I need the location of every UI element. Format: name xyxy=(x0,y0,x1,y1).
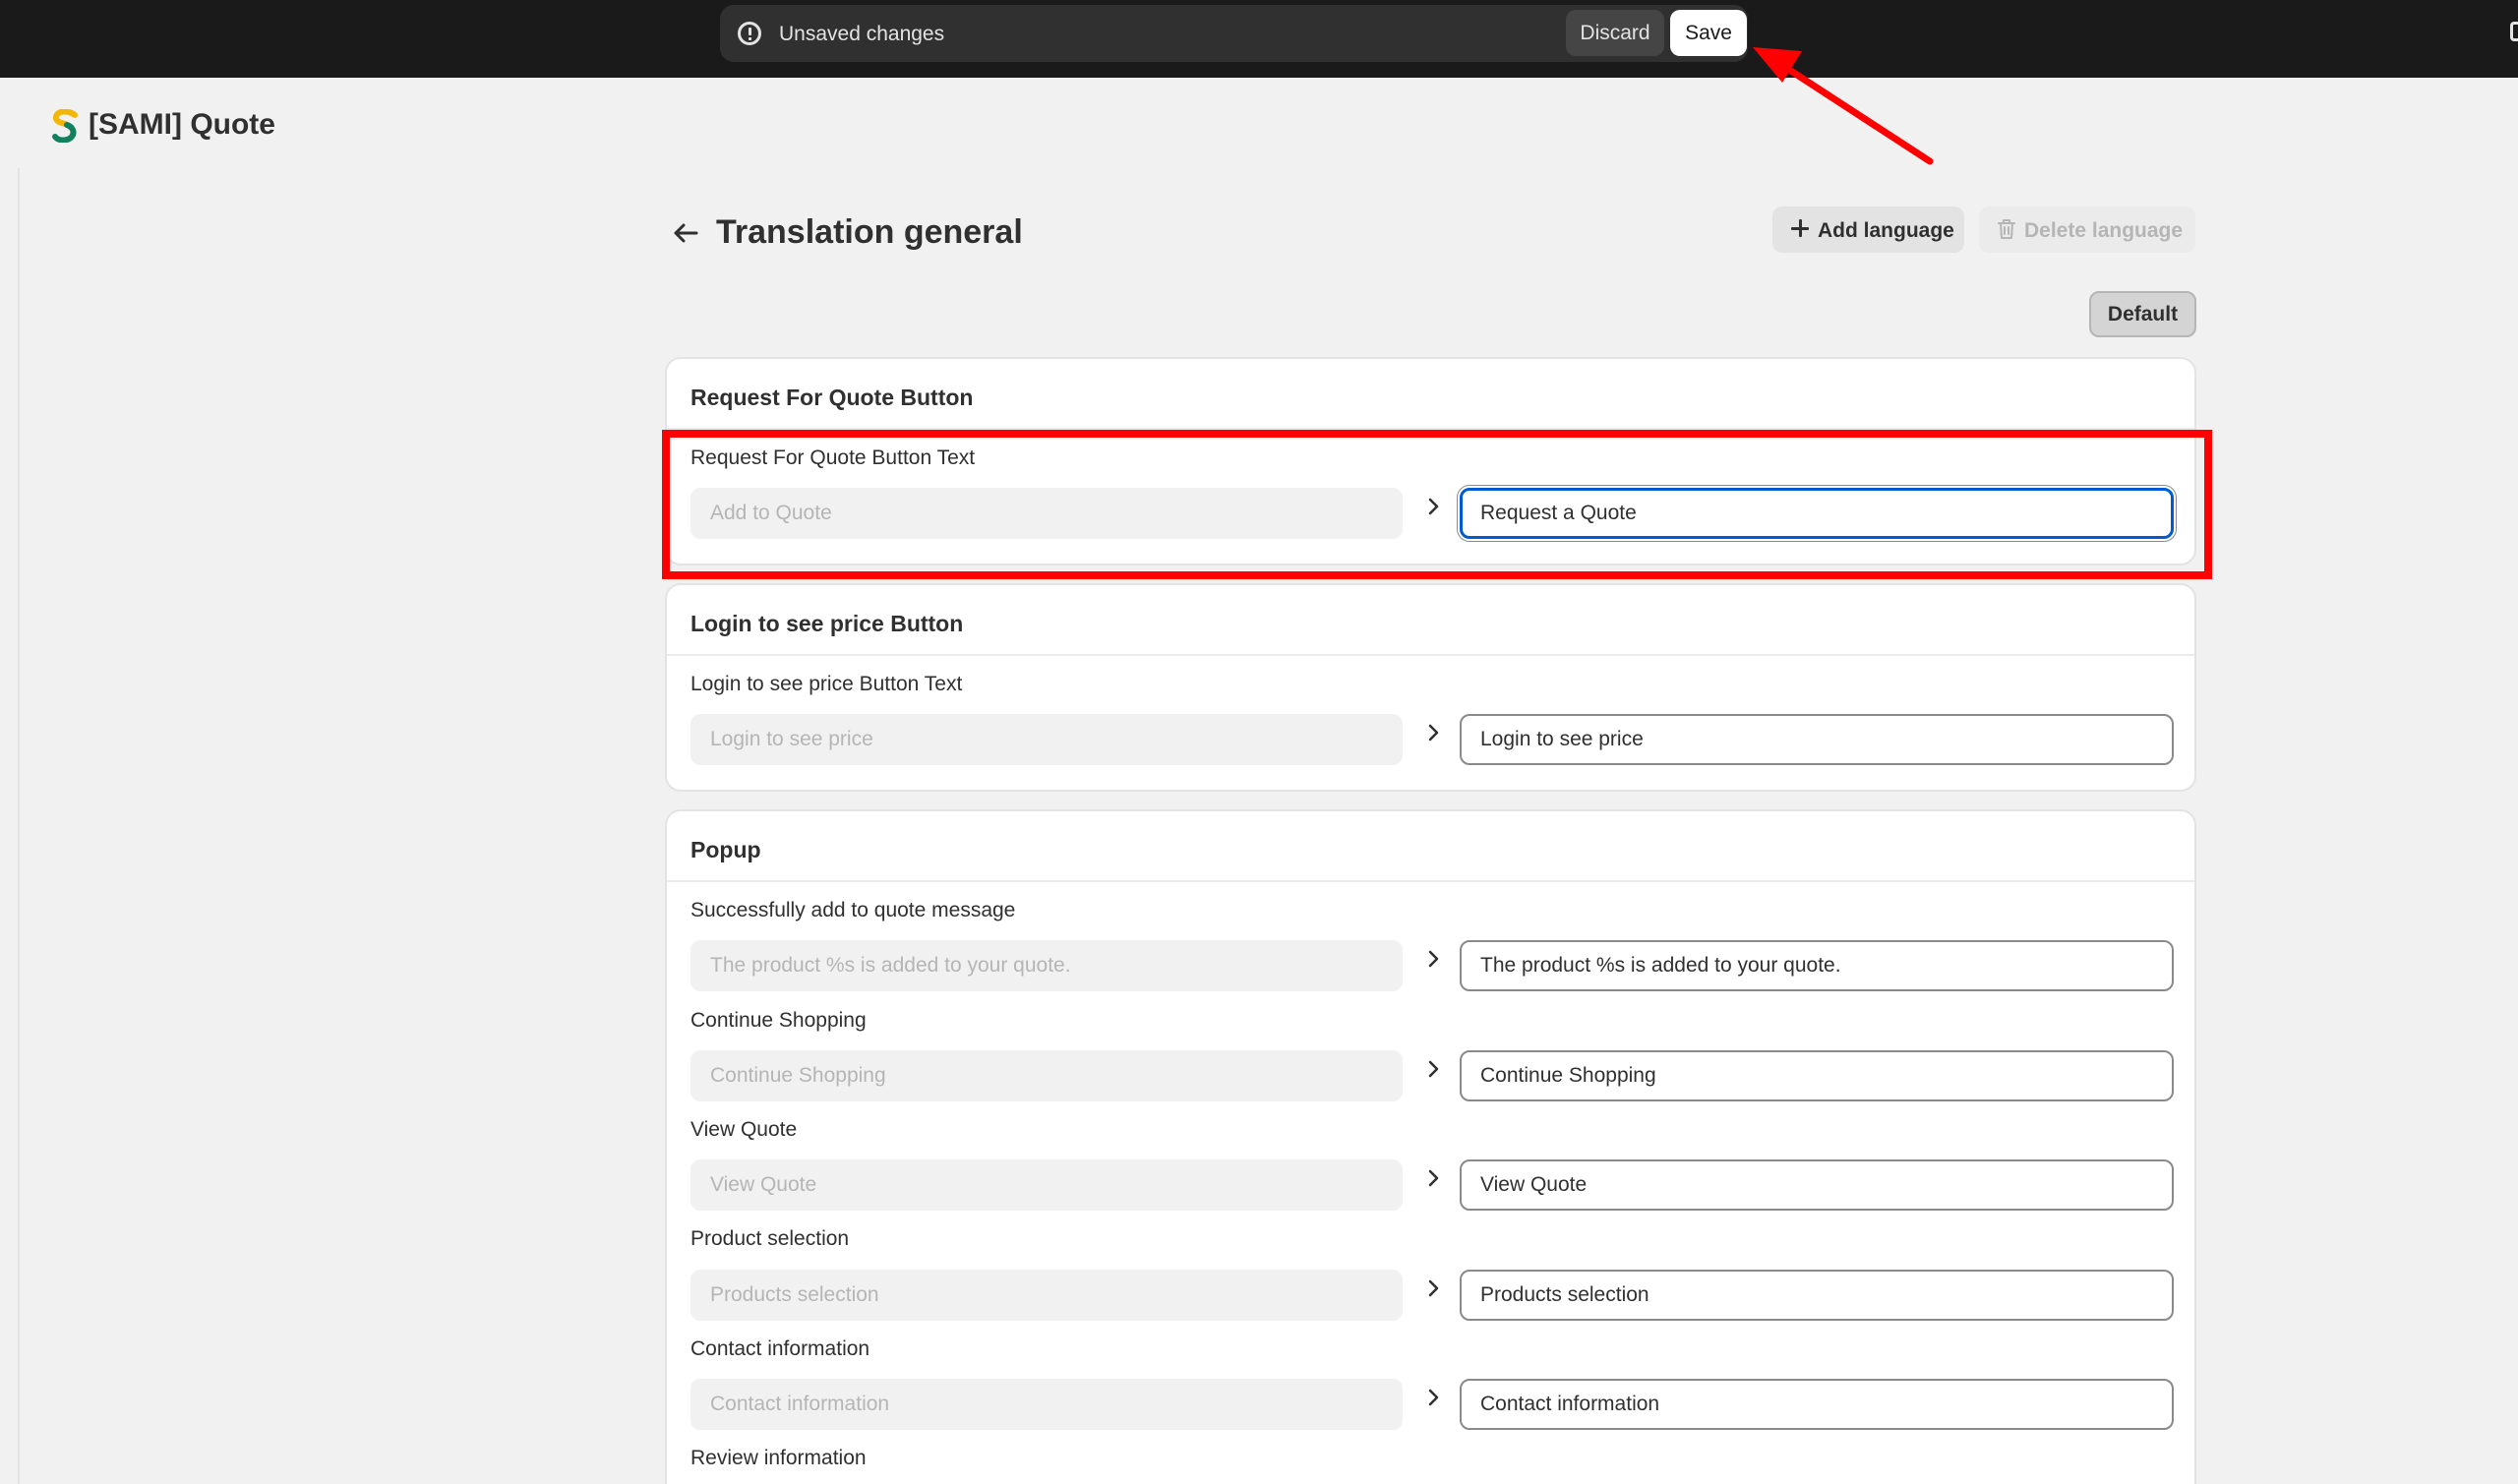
delete-language-button[interactable]: Delete language xyxy=(1979,207,2195,253)
red-arrow-annotation xyxy=(1753,47,1934,165)
field-label: Continue Shopping xyxy=(690,1009,867,1032)
card-title: Login to see price Button xyxy=(690,611,964,636)
add-language-button[interactable]: Add language xyxy=(1772,207,1964,253)
field-label: View Quote xyxy=(690,1118,798,1141)
card-header: Popup xyxy=(667,811,2194,882)
save-button[interactable]: Save xyxy=(1670,10,1747,56)
chevron-right-icon xyxy=(1428,950,1439,968)
top-bar: Unsaved changes Discard Save xyxy=(0,0,2518,78)
card-header: Login to see price Button xyxy=(667,585,2194,656)
unsaved-changes-message: Unsaved changes xyxy=(779,23,945,45)
card-login-to-see-price: Login to see price Button Login to see p… xyxy=(665,583,2196,792)
chevron-right-icon xyxy=(1428,1169,1439,1187)
add-language-label: Add language xyxy=(1818,219,1954,242)
app-title: [SAMI] Quote xyxy=(89,108,275,141)
translation-input[interactable]: Login to see price xyxy=(1460,714,2174,765)
plus-icon xyxy=(1790,218,1810,238)
field-label: Contact information xyxy=(690,1337,870,1360)
source-text-field: View Quote xyxy=(690,1159,1403,1211)
delete-language-label: Delete language xyxy=(2024,219,2184,242)
chevron-right-icon xyxy=(1428,1060,1439,1078)
chevron-right-icon xyxy=(1428,1389,1439,1406)
app-header xyxy=(0,78,2518,168)
default-language-button[interactable]: Default xyxy=(2089,291,2196,337)
alert-circle-icon xyxy=(738,22,761,45)
field-label: Product selection xyxy=(690,1227,850,1250)
source-text-field: Contact information xyxy=(690,1379,1403,1430)
translation-input[interactable]: View Quote xyxy=(1460,1159,2174,1211)
field-label: Login to see price Button Text xyxy=(690,673,963,695)
window-icon[interactable] xyxy=(2510,22,2518,41)
chevron-right-icon xyxy=(1428,724,1439,742)
card-popup: Popup Successfully add to quote message … xyxy=(665,809,2196,1484)
card-title: Request For Quote Button xyxy=(690,385,974,410)
translation-input[interactable]: The product %s is added to your quote. xyxy=(1460,940,2174,991)
translation-input[interactable]: Continue Shopping xyxy=(1460,1050,2174,1101)
field-label: Successfully add to quote message xyxy=(690,899,1016,921)
translation-input[interactable]: Products selection xyxy=(1460,1270,2174,1321)
highlight-annotation-box xyxy=(662,430,2212,579)
card-title: Popup xyxy=(690,837,761,862)
contextual-save-bar: Unsaved changes Discard Save xyxy=(720,5,1748,62)
chevron-right-icon xyxy=(1428,1279,1439,1297)
trash-icon xyxy=(1998,219,2015,239)
translation-input[interactable]: Contact information xyxy=(1460,1379,2174,1430)
source-text-field: The product %s is added to your quote. xyxy=(690,940,1403,991)
card-header: Request For Quote Button xyxy=(667,359,2194,430)
field-label: Review information xyxy=(690,1447,867,1469)
back-arrow-icon[interactable] xyxy=(665,212,706,254)
sidebar-divider xyxy=(18,168,20,1484)
discard-button[interactable]: Discard xyxy=(1566,10,1664,56)
page-title: Translation general xyxy=(716,213,1023,251)
source-text-field: Login to see price xyxy=(690,714,1403,765)
source-text-field: Continue Shopping xyxy=(690,1050,1403,1101)
source-text-field: Products selection xyxy=(690,1270,1403,1321)
sami-logo xyxy=(52,109,78,143)
